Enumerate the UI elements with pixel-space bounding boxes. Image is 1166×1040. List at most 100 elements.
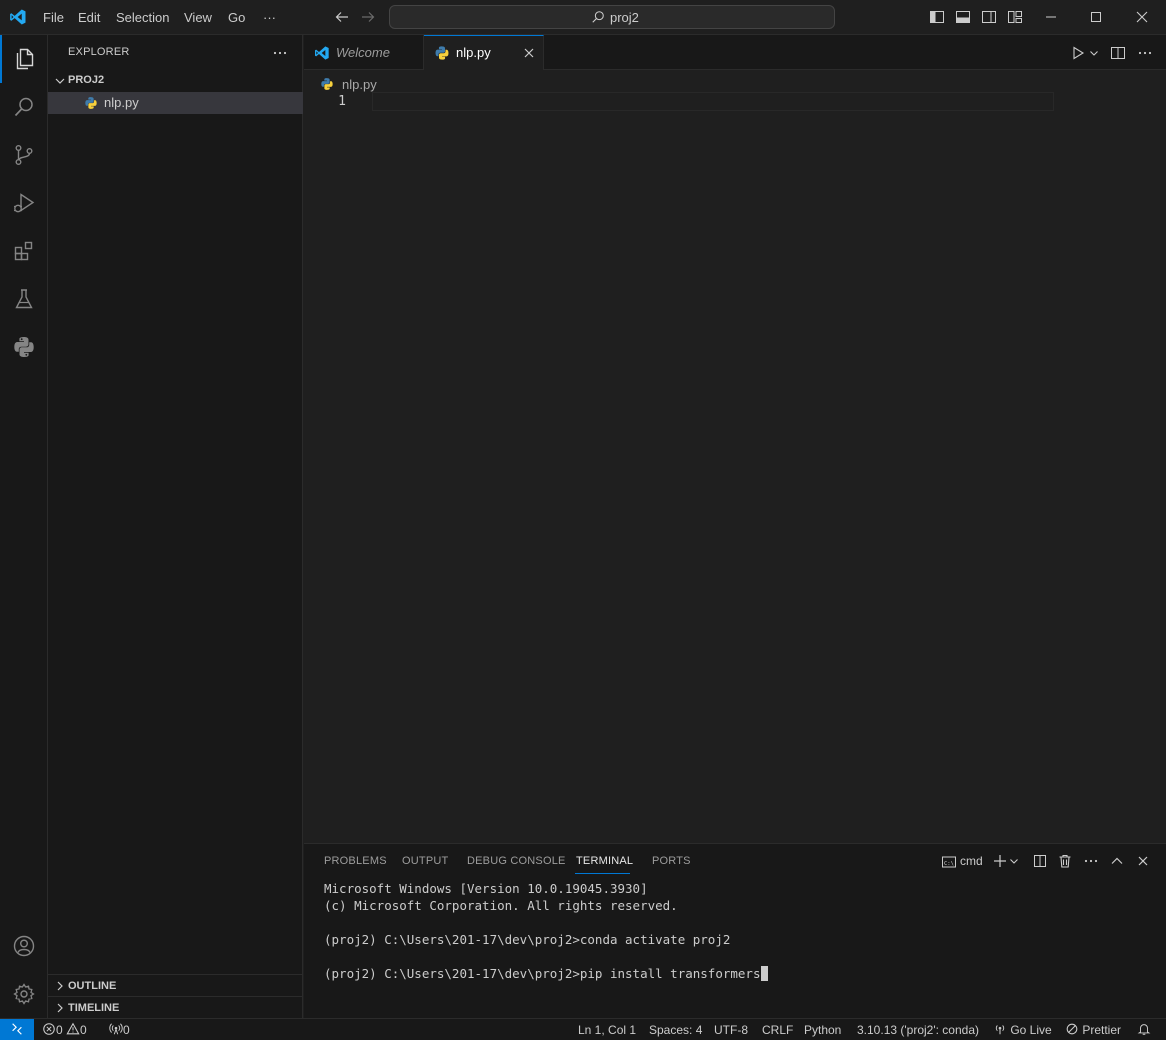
activity-python[interactable] <box>0 323 48 371</box>
forward-arrow-icon[interactable] <box>360 9 376 25</box>
prettier-button[interactable]: Prettier <box>1065 1022 1121 1038</box>
tab-problems[interactable]: PROBLEMS <box>324 855 387 867</box>
status-bar: 0 0 0 Ln 1, Col 1 Spaces: 4 UTF-8 CRLF P… <box>0 1018 1166 1040</box>
terminal-cmd-icon: C:\ <box>942 856 956 868</box>
menu-selection[interactable]: Selection <box>116 0 169 35</box>
close-window-icon[interactable] <box>1134 9 1150 25</box>
prohibited-icon <box>1066 1023 1078 1035</box>
tab-terminal[interactable]: TERMINAL <box>576 855 633 867</box>
activity-testing[interactable] <box>0 275 48 323</box>
ports-indicator[interactable]: 0 <box>109 1022 130 1038</box>
tab-label: Welcome <box>336 45 390 60</box>
chevron-down-icon[interactable] <box>1088 45 1100 61</box>
menu-go[interactable]: Go <box>228 0 245 35</box>
end-of-line[interactable]: CRLF <box>762 1022 793 1038</box>
terminal-line: (c) Microsoft Corporation. All rights re… <box>324 898 678 913</box>
chevron-right-icon <box>57 981 63 991</box>
notifications-button[interactable] <box>1137 1022 1151 1038</box>
activity-source-control[interactable] <box>0 131 48 179</box>
tab-debug-console[interactable]: DEBUG CONSOLE <box>467 855 566 867</box>
remote-indicator[interactable] <box>0 1019 34 1040</box>
activity-run-debug[interactable] <box>0 179 48 227</box>
tab-output[interactable]: OUTPUT <box>402 855 448 867</box>
explorer-sidebar: EXPLORER PROJ2 nlp.py OUTLINE TIMELINE <box>48 35 303 1018</box>
problems-indicator[interactable]: 0 0 <box>42 1022 87 1038</box>
sidebar-title: EXPLORER <box>68 46 130 58</box>
tab-ports[interactable]: PORTS <box>652 855 691 867</box>
menu-file[interactable]: File <box>43 0 64 35</box>
vscode-logo-icon <box>315 46 329 60</box>
menu-more[interactable]: ··· <box>263 0 276 35</box>
search-icon <box>592 11 604 23</box>
chevron-down-icon[interactable] <box>1008 853 1020 869</box>
tab-nlp-py[interactable]: nlp.py <box>424 35 544 71</box>
trash-icon[interactable] <box>1057 853 1073 869</box>
run-debug-icon <box>14 193 35 213</box>
active-tab-indicator <box>575 873 630 874</box>
current-line-highlight[interactable] <box>372 92 1054 111</box>
activity-search[interactable] <box>0 83 48 131</box>
remote-icon <box>12 1023 22 1035</box>
maximize-panel-icon[interactable] <box>1109 853 1125 869</box>
toggle-secondary-sidebar-icon[interactable] <box>981 9 997 25</box>
cursor-position[interactable]: Ln 1, Col 1 <box>578 1022 636 1038</box>
close-panel-icon[interactable] <box>1135 853 1151 869</box>
terminal-output[interactable]: Microsoft Windows [Version 10.0.19045.39… <box>324 880 768 982</box>
outline-label: OUTLINE <box>68 980 117 992</box>
python-file-icon <box>435 46 449 60</box>
file-item-nlp[interactable]: nlp.py <box>48 92 303 114</box>
outline-section[interactable]: OUTLINE <box>48 974 303 996</box>
menu-edit[interactable]: Edit <box>78 0 100 35</box>
files-icon <box>16 48 34 70</box>
minimize-icon[interactable] <box>1043 9 1059 25</box>
folder-header[interactable]: PROJ2 <box>48 70 303 92</box>
toggle-primary-sidebar-icon[interactable] <box>929 9 945 25</box>
activity-explorer[interactable] <box>0 35 48 83</box>
broadcast-icon <box>109 1023 123 1035</box>
run-python-file-icon[interactable] <box>1070 45 1086 61</box>
terminal-line: (proj2) C:\Users\201-17\dev\proj2>pip in… <box>324 966 761 981</box>
warning-icon <box>66 1022 80 1035</box>
title-bar: File Edit Selection View Go ··· proj2 <box>0 0 1166 35</box>
search-icon <box>14 97 33 117</box>
encoding[interactable]: UTF-8 <box>714 1022 748 1038</box>
beaker-icon <box>15 289 33 309</box>
split-editor-icon[interactable] <box>1110 45 1126 61</box>
bottom-panel: PROBLEMS OUTPUT DEBUG CONSOLE TERMINAL P… <box>304 843 1166 1018</box>
terminal-line: Microsoft Windows [Version 10.0.19045.39… <box>324 881 648 896</box>
indentation[interactable]: Spaces: 4 <box>649 1022 702 1038</box>
new-terminal-icon[interactable] <box>992 853 1008 869</box>
timeline-section[interactable]: TIMELINE <box>48 996 303 1018</box>
terminal-name[interactable]: cmd <box>960 854 983 868</box>
go-live-label: Go Live <box>1010 1023 1052 1037</box>
maximize-icon[interactable] <box>1088 9 1104 25</box>
back-arrow-icon[interactable] <box>334 9 350 25</box>
terminal-line: (proj2) C:\Users\201-17\dev\proj2>conda … <box>324 932 731 947</box>
go-live-button[interactable]: Go Live <box>993 1022 1052 1038</box>
account-icon <box>13 935 35 957</box>
close-tab-icon[interactable] <box>521 45 537 61</box>
more-actions-icon[interactable] <box>1137 45 1153 61</box>
customize-layout-icon[interactable] <box>1007 9 1023 25</box>
code-editor[interactable]: nlp.py 1 <box>304 70 1166 842</box>
more-actions-icon[interactable] <box>1083 853 1099 869</box>
python-interpreter[interactable]: 3.10.13 ('proj2': conda) <box>857 1022 979 1038</box>
broadcast-icon <box>995 1025 1005 1035</box>
tab-welcome[interactable]: Welcome <box>304 35 424 70</box>
command-center-search[interactable]: proj2 <box>389 5 835 29</box>
split-terminal-icon[interactable] <box>1032 853 1048 869</box>
prettier-label: Prettier <box>1082 1023 1122 1037</box>
activity-manage[interactable] <box>0 970 48 1018</box>
activity-extensions[interactable] <box>0 227 48 275</box>
language-mode[interactable]: Python <box>804 1022 841 1038</box>
python-file-icon <box>85 97 97 109</box>
toggle-panel-icon[interactable] <box>955 9 971 25</box>
source-control-icon <box>15 145 33 166</box>
error-icon <box>43 1023 55 1035</box>
svg-text:C:\: C:\ <box>944 861 954 867</box>
timeline-label: TIMELINE <box>68 1002 120 1014</box>
menu-view[interactable]: View <box>184 0 212 35</box>
activity-accounts[interactable] <box>0 922 48 970</box>
warning-count: 0 <box>80 1023 87 1037</box>
more-actions-icon[interactable] <box>272 45 288 61</box>
